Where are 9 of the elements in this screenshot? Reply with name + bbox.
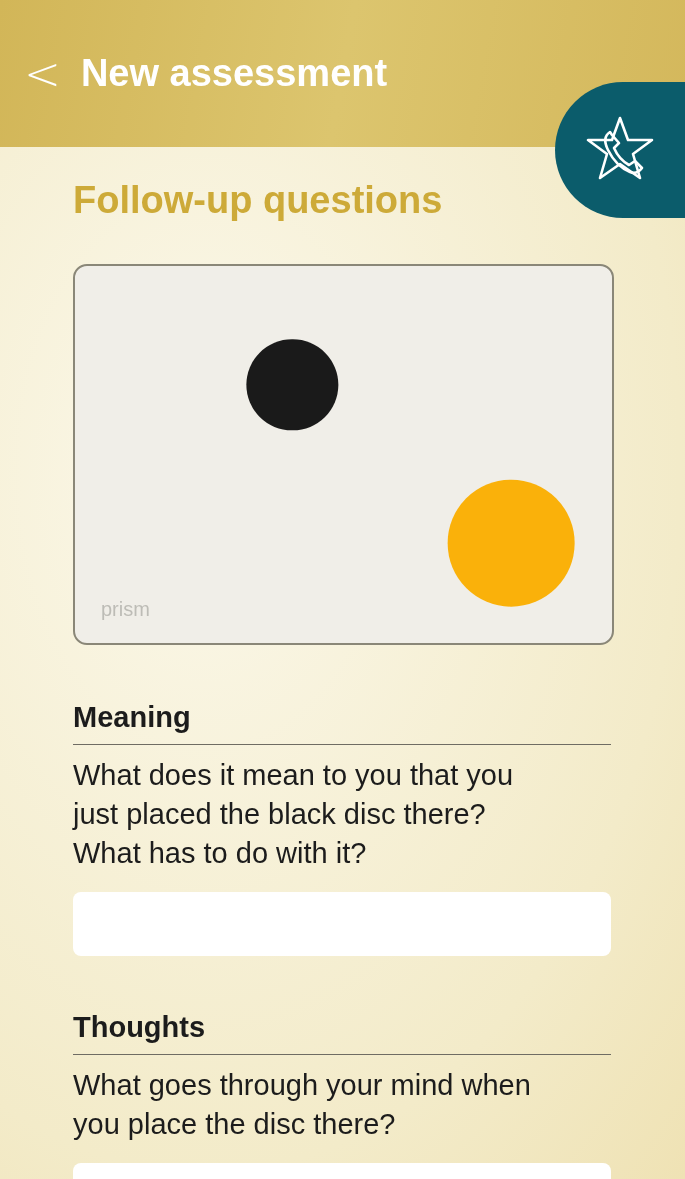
call-button[interactable]: [555, 82, 685, 218]
question-title: Meaning: [73, 701, 611, 745]
section-heading: Follow-up questions: [73, 179, 444, 222]
question-title: Thoughts: [73, 1011, 611, 1055]
page-title: New assessment: [80, 52, 388, 95]
question-text: What does it mean to you that you just placed the black disc there? What has to do with it?: [73, 758, 515, 871]
question-text: What goes through your mind when you place the disc there?: [73, 1068, 532, 1142]
back-button[interactable]: <: [20, 48, 65, 99]
answer-field[interactable]: [73, 892, 611, 956]
